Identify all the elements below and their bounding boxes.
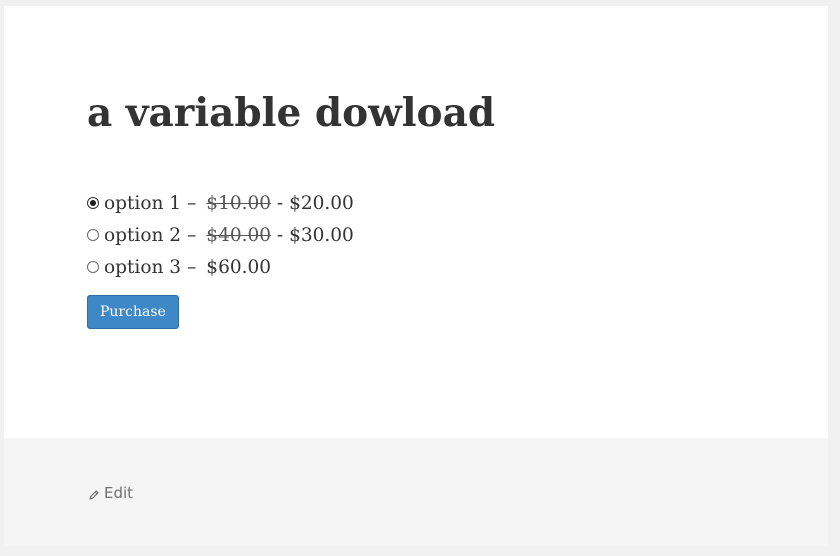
option-price-separator: -: [271, 193, 289, 214]
price-option-2[interactable]: option 2 – $40.00 - $30.00: [87, 219, 687, 251]
option-price: $30.00: [289, 224, 354, 246]
option-dash: –: [187, 192, 197, 214]
option-price-separator: -: [271, 225, 289, 246]
radio-option-1[interactable]: [87, 197, 99, 209]
pencil-icon: [88, 487, 100, 500]
radio-option-3[interactable]: [87, 261, 99, 273]
price-option-3[interactable]: option 3 – $60.00: [87, 251, 687, 283]
article-entry: a variable dowload option 1 – $10.00 - $…: [4, 6, 828, 438]
option-label: option 3: [104, 256, 182, 278]
radio-option-2[interactable]: [87, 229, 99, 241]
option-dash: –: [187, 224, 197, 246]
price-option-1[interactable]: option 1 – $10.00 - $20.00: [87, 187, 687, 219]
page: a variable dowload option 1 – $10.00 - $…: [4, 6, 828, 546]
entry-footer: Edit: [4, 438, 828, 546]
separator-text: -: [276, 224, 284, 246]
option-old-price: $10.00: [206, 192, 272, 214]
edit-link[interactable]: Edit: [88, 484, 133, 502]
option-old-price: $40.00: [206, 224, 272, 246]
separator-text: -: [276, 192, 284, 214]
option-dash: –: [187, 256, 197, 278]
option-price: $60.00: [206, 256, 272, 278]
radio-dot: [90, 200, 96, 206]
option-label: option 2: [104, 224, 182, 246]
price-options-list: option 1 – $10.00 - $20.00 option 2 – $4…: [87, 187, 687, 283]
edit-label: Edit: [104, 484, 134, 502]
purchase-button[interactable]: Purchase: [87, 295, 179, 329]
page-title: a variable dowload: [87, 90, 496, 136]
option-label: option 1: [104, 192, 182, 214]
option-price: $20.00: [289, 192, 354, 214]
